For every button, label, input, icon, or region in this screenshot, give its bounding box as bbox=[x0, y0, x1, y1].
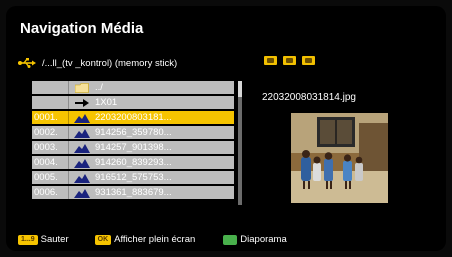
image-file-icon bbox=[69, 156, 95, 169]
item-name: 914260_839293... bbox=[95, 157, 172, 168]
image-file-icon bbox=[69, 111, 95, 124]
item-index: 0006. bbox=[32, 186, 69, 199]
item-name: 916512_575753... bbox=[95, 172, 172, 183]
media-mode-icons bbox=[264, 56, 315, 65]
list-item[interactable]: 0005. 916512_575753... bbox=[32, 171, 234, 184]
item-index: 0001. bbox=[32, 111, 69, 124]
number-keys-icon: 1...9 bbox=[18, 234, 38, 245]
current-path: /...ll_(tv _kontrol) (memory stick) bbox=[42, 57, 178, 69]
item-index: 0002. bbox=[32, 126, 69, 139]
file-list: ../ 1X01 0001. 2203200803181... 0002. 91… bbox=[32, 81, 244, 205]
legend-slideshow: Diaporama bbox=[223, 234, 287, 245]
list-item-parent-folder[interactable]: ../ bbox=[32, 81, 234, 94]
image-file-icon bbox=[69, 186, 95, 199]
list-item-folder[interactable]: 1X01 bbox=[32, 96, 234, 109]
list-scrollbar[interactable] bbox=[238, 81, 242, 205]
green-button-icon bbox=[223, 234, 238, 245]
legend-fullscreen-label: Afficher plein écran bbox=[114, 234, 196, 245]
scrollbar-thumb[interactable] bbox=[238, 81, 242, 97]
video-mode-icon[interactable] bbox=[302, 56, 315, 65]
breadcrumb: /...ll_(tv _kontrol) (memory stick) bbox=[18, 55, 177, 71]
legend-fullscreen: OK Afficher plein écran bbox=[94, 234, 196, 245]
image-file-icon bbox=[69, 126, 95, 139]
item-index: 0003. bbox=[32, 141, 69, 154]
folder-icon bbox=[69, 81, 95, 94]
item-name: ../ bbox=[95, 82, 103, 93]
item-index bbox=[32, 96, 69, 109]
item-name: 1X01 bbox=[95, 97, 118, 108]
item-name: 931361_883679... bbox=[95, 187, 172, 198]
page-title: Navigation Média bbox=[20, 20, 144, 37]
photo-mode-icon[interactable] bbox=[264, 56, 277, 65]
item-index bbox=[32, 81, 69, 94]
preview-thumbnail bbox=[291, 113, 388, 203]
preview-filename: 22032008031814.jpg bbox=[262, 92, 356, 103]
list-item-selected[interactable]: 0001. 2203200803181... bbox=[32, 111, 234, 124]
list-item[interactable]: 0002. 914256_359780... bbox=[32, 126, 234, 139]
legend-slideshow-label: Diaporama bbox=[240, 234, 287, 245]
music-mode-icon[interactable] bbox=[283, 56, 296, 65]
item-name: 2203200803181... bbox=[95, 112, 172, 123]
image-file-icon bbox=[69, 141, 95, 154]
legend-jump: 1...9 Sauter bbox=[18, 234, 69, 245]
usb-icon bbox=[18, 58, 36, 68]
key-legend: 1...9 Sauter OK Afficher plein écran Dia… bbox=[18, 233, 287, 246]
arrow-right-icon bbox=[69, 96, 95, 109]
image-file-icon bbox=[69, 171, 95, 184]
list-item[interactable]: 0003. 914257_901398... bbox=[32, 141, 234, 154]
list-item[interactable]: 0006. 931361_883679... bbox=[32, 186, 234, 199]
ok-key-icon: OK bbox=[94, 234, 112, 245]
legend-jump-label: Sauter bbox=[40, 234, 69, 245]
item-index: 0005. bbox=[32, 171, 69, 184]
item-name: 914256_359780... bbox=[95, 127, 172, 138]
item-index: 0004. bbox=[32, 156, 69, 169]
list-item[interactable]: 0004. 914260_839293... bbox=[32, 156, 234, 169]
item-name: 914257_901398... bbox=[95, 142, 172, 153]
